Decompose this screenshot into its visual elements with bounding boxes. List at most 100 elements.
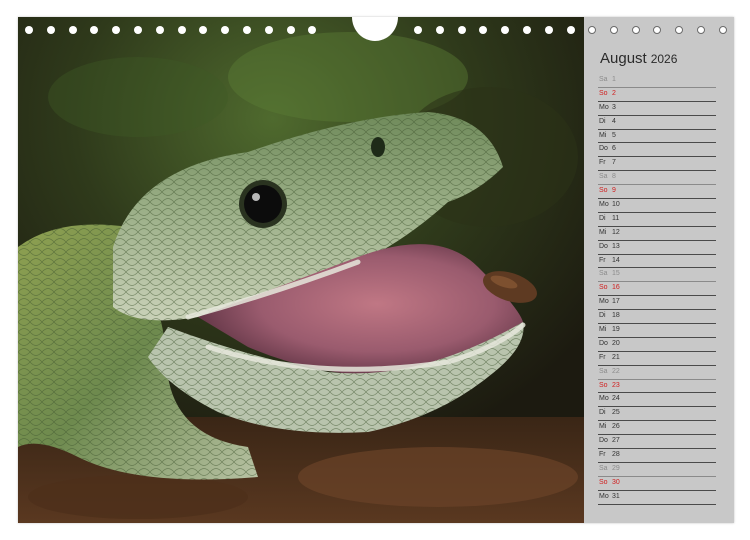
day-of-week: Mo	[599, 298, 609, 306]
day-row: Mo 31	[598, 491, 716, 505]
day-of-week: Sa	[599, 464, 608, 472]
day-row: Do 13	[598, 241, 716, 255]
day-row: Do 27	[598, 435, 716, 450]
day-of-week: Mo	[599, 103, 609, 111]
day-number: 30	[612, 478, 620, 486]
day-number: 1	[612, 76, 616, 83]
day-row: So 30	[598, 477, 716, 491]
day-of-week: So	[599, 187, 608, 195]
day-row: Di 11	[598, 213, 716, 227]
day-number: 15	[612, 270, 620, 278]
snake-photo	[18, 17, 584, 523]
day-row: Mi 5	[598, 130, 716, 144]
day-of-week: Fr	[599, 256, 606, 264]
day-number: 21	[612, 353, 620, 361]
day-number: 27	[612, 437, 620, 445]
day-of-week: Sa	[599, 173, 608, 181]
day-of-week: Di	[599, 214, 606, 222]
day-number: 17	[612, 298, 620, 306]
day-of-week: Mo	[599, 201, 609, 209]
day-row: Mi 19	[598, 324, 716, 338]
day-of-week: Sa	[599, 367, 608, 375]
day-number: 4	[612, 117, 616, 125]
day-row: Di 18	[598, 310, 716, 325]
day-of-week: Mi	[599, 326, 607, 334]
day-of-week: So	[599, 89, 608, 97]
month-name: August	[600, 50, 647, 67]
day-row: So 16	[598, 282, 716, 297]
day-of-week: Do	[599, 145, 608, 153]
day-number: 24	[612, 395, 620, 403]
day-of-week: Fr	[599, 451, 606, 459]
day-row: So 9	[598, 185, 716, 200]
day-number: 8	[612, 173, 616, 181]
day-of-week: So	[599, 284, 608, 292]
day-of-week: Sa	[599, 270, 608, 278]
day-number: 11	[612, 214, 620, 222]
calendar-page: August 2026 Sa 1 So 2 Mo 3 Di 4 Mi 5 Do 6 Fr 7 Sa 8 So 9 Mo…	[18, 17, 734, 523]
day-row: Sa 15	[598, 268, 716, 283]
day-number: 10	[612, 201, 620, 209]
day-of-week: Mo	[599, 395, 609, 403]
day-of-week: Di	[599, 312, 606, 320]
day-row: Mi 12	[598, 227, 716, 241]
day-row: So 23	[598, 380, 716, 394]
day-number: 16	[612, 284, 620, 292]
day-of-week: Fr	[599, 159, 606, 167]
day-number: 18	[612, 312, 620, 320]
day-number: 19	[612, 326, 620, 334]
day-row: Do 20	[598, 338, 716, 352]
day-of-week: Mi	[599, 131, 607, 139]
snake-illustration	[18, 17, 584, 523]
day-number: 29	[612, 464, 620, 472]
day-of-week: So	[599, 478, 608, 486]
day-row: Mo 3	[598, 102, 716, 116]
day-row: Fr 14	[598, 255, 716, 269]
day-row: Sa 1	[598, 74, 716, 88]
day-number: 14	[612, 256, 620, 264]
day-number: 31	[612, 492, 620, 500]
day-number: 5	[612, 131, 616, 139]
day-of-week: Do	[599, 437, 608, 445]
day-row: Di 25	[598, 407, 716, 422]
day-of-week: Di	[599, 117, 606, 125]
month-title: August 2026	[600, 50, 677, 67]
day-number: 7	[612, 159, 616, 167]
day-row: Mo 24	[598, 393, 716, 408]
day-number: 13	[612, 242, 620, 250]
day-row: Do 6	[598, 143, 716, 158]
day-of-week: Do	[599, 242, 608, 250]
day-row: Sa 22	[598, 366, 716, 380]
day-row: Sa 29	[598, 463, 716, 477]
day-number: 20	[612, 339, 620, 347]
day-number: 25	[612, 409, 620, 417]
day-number: 6	[612, 145, 616, 153]
year-label: 2026	[650, 52, 678, 66]
day-of-week: Mi	[599, 228, 607, 236]
day-list: Sa 1 So 2 Mo 3 Di 4 Mi 5 Do 6 Fr 7 Sa 8 So 9 Mo 10 Di 11 Mi 12 D…	[598, 74, 716, 505]
day-row: Di 4	[598, 116, 716, 130]
day-number: 12	[612, 228, 620, 236]
day-number: 3	[612, 103, 616, 111]
day-row: So 2	[598, 88, 716, 102]
day-number: 28	[612, 451, 620, 459]
day-number: 22	[612, 367, 620, 375]
day-of-week: Di	[599, 409, 606, 417]
day-row: Fr 21	[598, 352, 716, 366]
day-number: 2	[612, 89, 616, 97]
day-row: Mi 26	[598, 421, 716, 436]
day-of-week: Mo	[599, 492, 609, 500]
day-row: Sa 8	[598, 171, 716, 186]
day-number: 26	[612, 423, 620, 431]
day-row: Fr 28	[598, 449, 716, 463]
day-row: Fr 7	[598, 157, 716, 172]
day-row: Mo 17	[598, 296, 716, 311]
calendar-side-panel: August 2026 Sa 1 So 2 Mo 3 Di 4 Mi 5 Do 6 Fr 7 Sa 8 So 9 Mo…	[584, 17, 734, 523]
day-of-week: Do	[599, 339, 608, 347]
day-row: Mo 10	[598, 199, 716, 213]
day-of-week: Fr	[599, 353, 606, 361]
day-of-week: Sa	[599, 76, 608, 83]
day-of-week: So	[599, 381, 608, 389]
day-number: 9	[612, 187, 616, 195]
day-of-week: Mi	[599, 423, 607, 431]
